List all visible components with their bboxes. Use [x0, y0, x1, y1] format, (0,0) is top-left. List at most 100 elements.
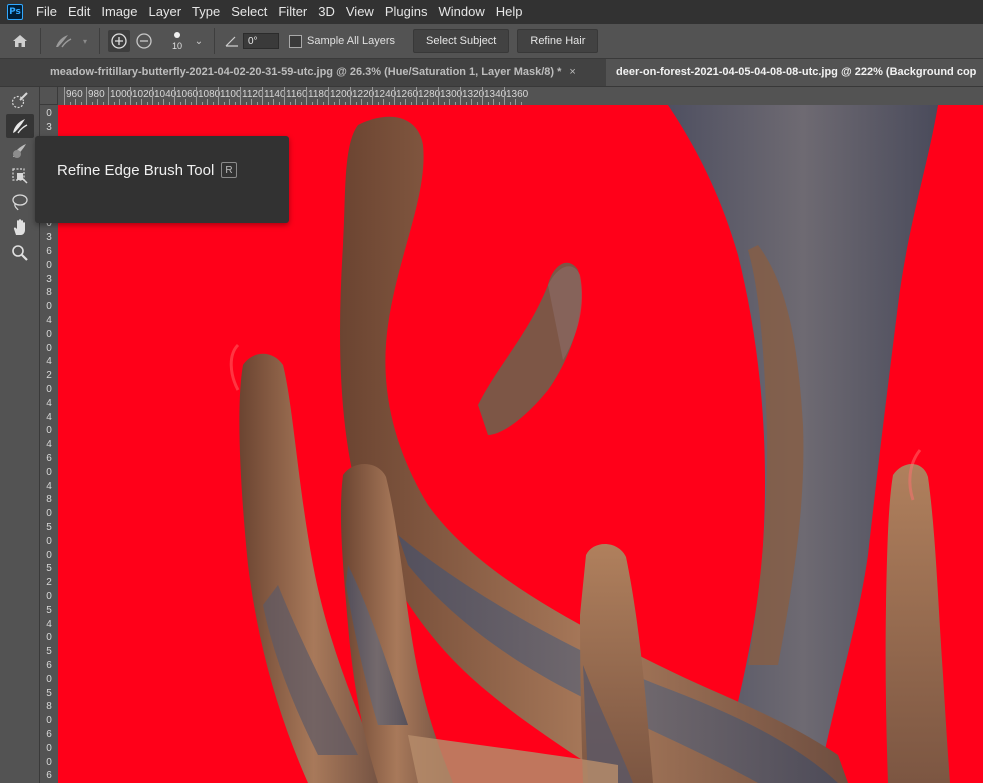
ruler-tick-label: 1160	[286, 89, 308, 100]
ruler-digit: 5	[46, 604, 52, 616]
ruler-tick	[284, 87, 285, 105]
sample-all-layers-checkbox[interactable]	[289, 34, 302, 48]
ruler-tick-label: 1120	[242, 89, 264, 100]
ruler-digit: 0	[46, 673, 52, 685]
menu-3d[interactable]: 3D	[313, 0, 341, 24]
ruler-digit: 6	[46, 770, 52, 782]
ruler-digit: 0	[46, 108, 52, 119]
divider	[99, 28, 100, 54]
ruler-tick	[306, 87, 307, 105]
ruler-digit: 0	[46, 549, 52, 561]
menu-plugins[interactable]: Plugins	[380, 0, 434, 24]
ruler-digit: 0	[46, 715, 52, 727]
ruler-digit: 0	[46, 425, 52, 437]
ruler-digit: 0	[46, 632, 52, 644]
ruler-tick	[416, 87, 417, 105]
ruler-digit: 3	[46, 232, 52, 244]
ruler-digit: 0	[46, 259, 52, 271]
ruler-tick-label: 1320	[462, 89, 485, 100]
ruler-digit: 4	[46, 480, 52, 492]
ruler-digit: 5	[46, 646, 52, 658]
ruler-digit: 4	[46, 315, 52, 326]
ruler-digit: 2	[46, 577, 52, 589]
refine-edge-brush-icon[interactable]	[6, 114, 34, 138]
quick-selection-tool-icon[interactable]	[6, 88, 34, 112]
ruler-tick	[240, 87, 241, 105]
refine-hair-button[interactable]: Refine Hair	[517, 29, 599, 53]
ruler-tick	[130, 87, 131, 105]
ruler-digit: 0	[46, 535, 52, 547]
ruler-digit: 0	[46, 591, 52, 602]
restore-original-edge-icon[interactable]	[130, 30, 158, 52]
ruler-digit: 6	[46, 729, 52, 740]
object-selection-icon[interactable]	[6, 164, 34, 188]
ruler-tick	[372, 87, 373, 105]
ruler-tick	[152, 87, 153, 105]
hand-tool-icon[interactable]	[6, 215, 34, 239]
home-icon[interactable]	[0, 33, 40, 49]
ruler-digit: 3	[46, 273, 52, 285]
tab-label: meadow-fritillary-butterfly-2021-04-02-2…	[50, 66, 562, 78]
menu-image[interactable]: Image	[96, 0, 143, 24]
ruler-tick	[64, 87, 65, 105]
ruler-tick	[108, 87, 109, 105]
menu-layer[interactable]: Layer	[144, 0, 188, 24]
ruler-digit: 6	[46, 660, 52, 671]
ruler-digit: 5	[46, 563, 52, 575]
ruler-digit: 4	[46, 356, 52, 368]
menu-select[interactable]: Select	[226, 0, 273, 24]
menu-bar: Ps File Edit Image Layer Type Select Fil…	[0, 0, 983, 24]
menu-view[interactable]: View	[341, 0, 380, 24]
lasso-tool-icon[interactable]	[6, 190, 34, 214]
horizontal-ruler[interactable]: 960 980 1000 1020 1040 1060 1080 1100 1120 1140 11…	[40, 87, 983, 106]
document-tabs: meadow-fritillary-butterfly-2021-04-02-2…	[0, 59, 983, 87]
menu-type[interactable]: Type	[187, 0, 226, 24]
menu-window[interactable]: Window	[433, 0, 490, 24]
ruler-digit: 0	[46, 508, 52, 520]
select-subject-button[interactable]: Select Subject	[413, 29, 510, 53]
refine-edge-brush-preset-icon[interactable]	[49, 32, 79, 50]
ruler-digit: 4	[46, 618, 52, 630]
brush-dot-icon	[174, 31, 180, 38]
ruler-digit: 8	[46, 701, 52, 713]
ruler-tick	[460, 87, 461, 105]
ruler-digit: 0	[46, 301, 52, 313]
menu-edit[interactable]: Edit	[63, 0, 96, 24]
menu-filter[interactable]: Filter	[273, 0, 313, 24]
ruler-digit: 4	[46, 411, 52, 423]
tab-deer-document[interactable]: deer-on-forest-2021-04-05-04-08-08-utc.j…	[606, 59, 983, 86]
ruler-tick-label: 1360	[506, 89, 529, 100]
ruler-tick-label: 1220	[352, 89, 375, 100]
ruler-tick-label: 1040	[154, 89, 177, 100]
ruler-tick-label: 1280	[418, 89, 441, 100]
ruler-tick-label: 1180	[308, 89, 330, 100]
photoshop-logo-icon[interactable]: Ps	[7, 4, 23, 20]
brush-size-picker[interactable]: 10	[162, 31, 192, 51]
options-bar: ▾ 10 ⌄ 0° Sample All Layers Select Subje…	[0, 24, 983, 59]
ruler-digit: 5	[46, 522, 52, 533]
divider	[214, 28, 215, 54]
menu-file[interactable]: File	[31, 0, 63, 24]
ruler-tick	[482, 87, 483, 105]
brush-tool-icon[interactable]	[6, 139, 34, 163]
expand-detection-area-icon[interactable]	[108, 30, 130, 52]
ruler-digit: 0	[46, 756, 52, 768]
ruler-digit: 2	[46, 370, 52, 382]
ruler-origin[interactable]	[40, 87, 58, 105]
tool-tooltip: Refine Edge Brush Tool R	[35, 136, 289, 223]
chevron-down-icon[interactable]: ⌄	[192, 36, 206, 47]
angle-input[interactable]: 0°	[243, 33, 279, 49]
brush-size-value: 10	[171, 40, 182, 51]
ruler-digit: 0	[46, 466, 52, 478]
ruler-tick	[438, 87, 439, 105]
close-icon[interactable]: ×	[569, 66, 575, 78]
menu-help[interactable]: Help	[491, 0, 529, 24]
ruler-tick	[328, 87, 329, 105]
ruler-digit: 0	[46, 384, 52, 395]
zoom-tool-icon[interactable]	[6, 241, 34, 265]
chevron-down-icon[interactable]: ▾	[79, 37, 91, 46]
tab-butterfly-document[interactable]: meadow-fritillary-butterfly-2021-04-02-2…	[40, 59, 605, 86]
ruler-tick-label: 1240	[374, 89, 397, 100]
ruler-digit: 6	[46, 246, 52, 257]
ruler-digit: 3	[46, 121, 52, 133]
